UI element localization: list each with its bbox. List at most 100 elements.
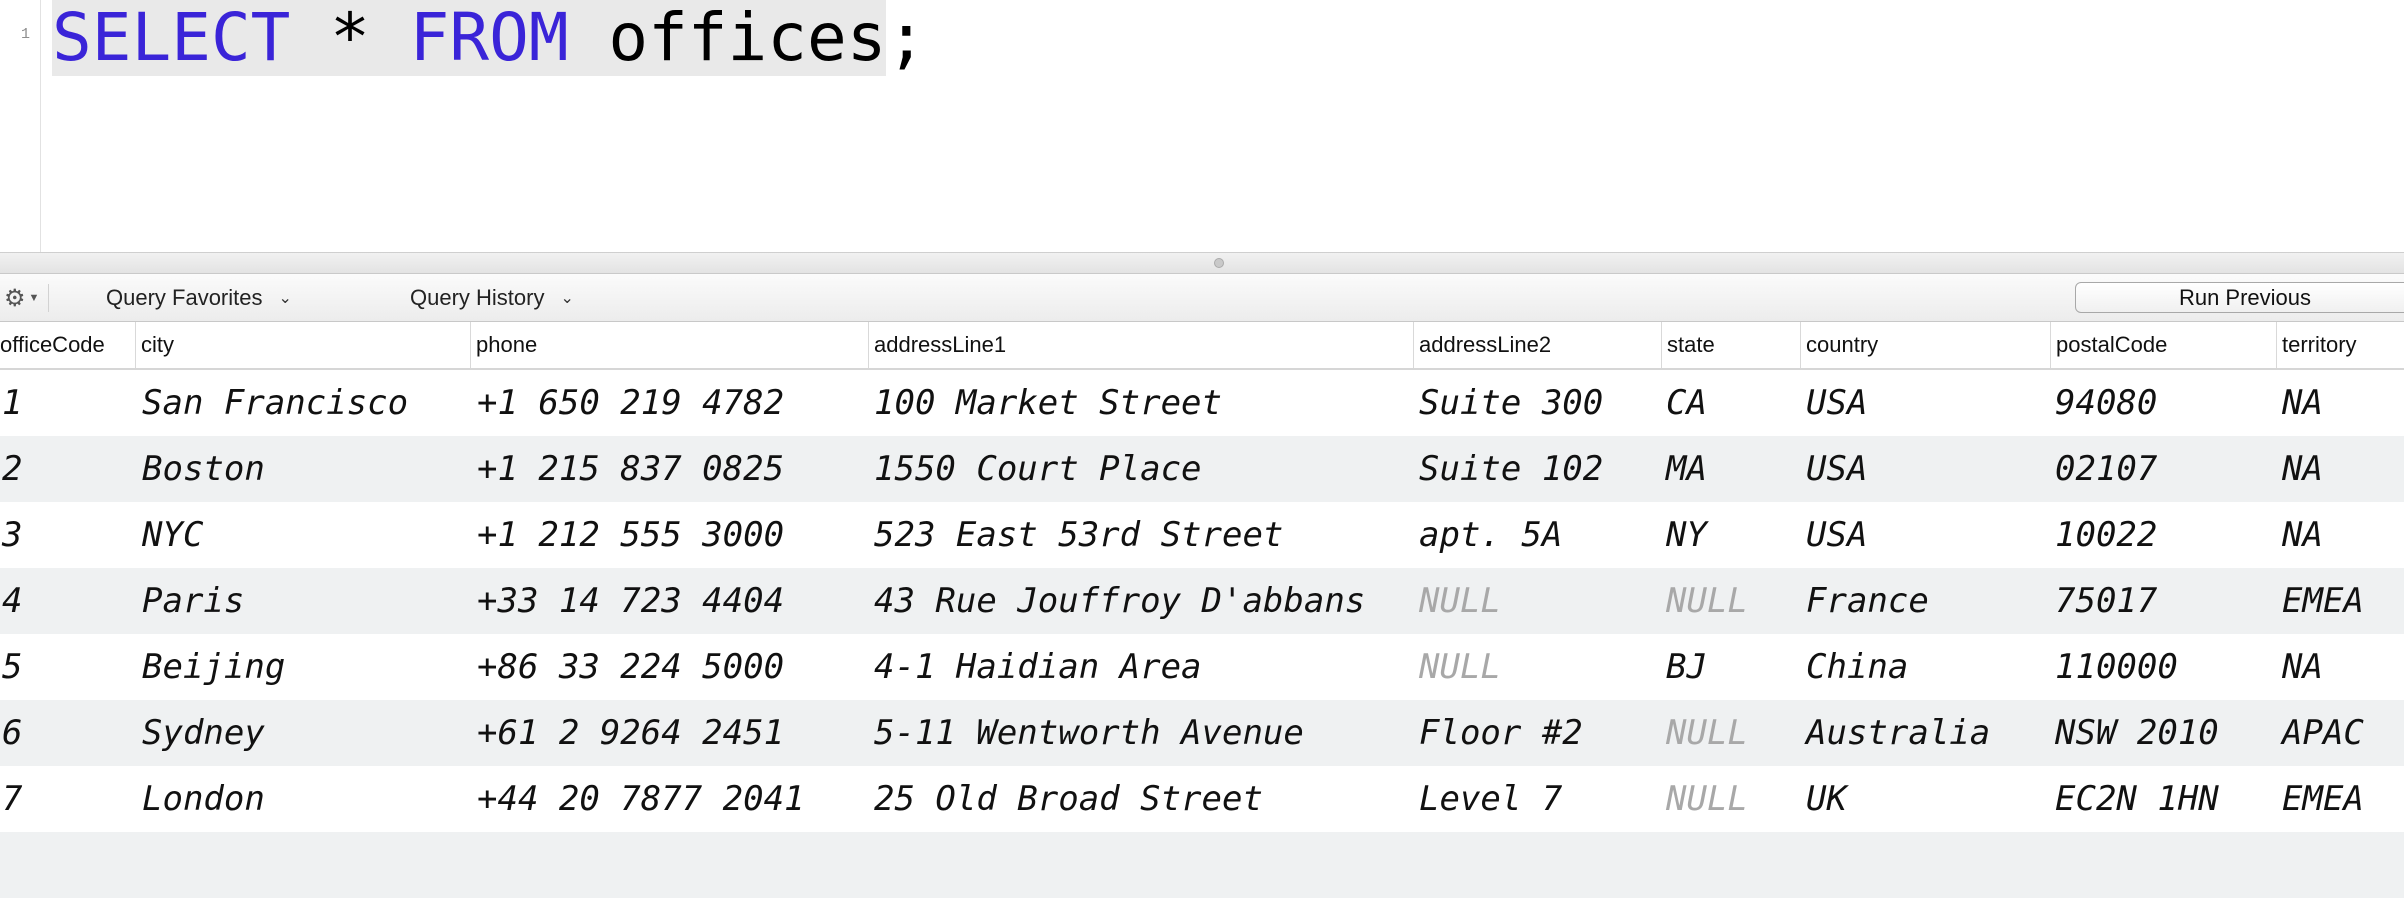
run-previous-button[interactable]: Run Previous: [2075, 282, 2404, 313]
cell-addressline2[interactable]: NULL: [1419, 634, 1501, 700]
cell-country[interactable]: France: [1806, 568, 1929, 634]
cell-addressline1[interactable]: 4-1 Haidian Area: [874, 634, 1202, 700]
cell-country[interactable]: China: [1806, 634, 1908, 700]
cell-territory[interactable]: NA: [2282, 634, 2323, 700]
cell-postalcode[interactable]: EC2N 1HN: [2055, 766, 2219, 832]
cell-city[interactable]: Beijing: [142, 634, 285, 700]
cell-state[interactable]: NULL: [1666, 568, 1748, 634]
query-history-menu[interactable]: Query History ⌄: [410, 284, 574, 312]
column-header-officecode[interactable]: officeCode: [0, 322, 135, 368]
gear-icon: ⚙: [4, 284, 26, 312]
keyword-from: FROM: [409, 0, 569, 76]
column-header-addressline2[interactable]: addressLine2: [1413, 322, 1661, 368]
table-row[interactable]: 7 London +44 20 7877 2041 25 Old Broad Stre…: [0, 766, 2404, 832]
cell-addressline1[interactable]: 1550 Court Place: [874, 436, 1202, 502]
cell-territory[interactable]: EMEA: [2282, 568, 2364, 634]
cell-city[interactable]: Boston: [142, 436, 265, 502]
chevron-down-icon: ⌄: [278, 290, 292, 307]
gear-menu-button[interactable]: ⚙ ▼: [4, 284, 49, 312]
results-table: officeCode city phone addressLine1 addre…: [0, 322, 2404, 898]
asterisk: *: [290, 0, 410, 76]
cell-state[interactable]: NY: [1666, 502, 1707, 568]
cell-phone[interactable]: +1 215 837 0825: [477, 436, 784, 502]
empty-row: [0, 832, 2404, 898]
cell-phone[interactable]: +86 33 224 5000: [477, 634, 784, 700]
cell-country[interactable]: USA: [1806, 436, 1867, 502]
cell-phone[interactable]: +33 14 723 4404: [477, 568, 784, 634]
cell-phone[interactable]: +1 212 555 3000: [477, 502, 784, 568]
cell-addressline2[interactable]: NULL: [1419, 568, 1501, 634]
column-header-postalcode[interactable]: postalCode: [2050, 322, 2276, 368]
column-header-country[interactable]: country: [1800, 322, 2050, 368]
column-header-territory[interactable]: territory: [2276, 322, 2404, 368]
cell-addressline1[interactable]: 5-11 Wentworth Avenue: [874, 700, 1304, 766]
cell-addressline2[interactable]: apt. 5A: [1419, 502, 1562, 568]
cell-postalcode[interactable]: 110000: [2055, 634, 2178, 700]
line-number: 1: [20, 26, 30, 43]
cell-addressline2[interactable]: Floor #2: [1419, 700, 1583, 766]
cell-state[interactable]: MA: [1666, 436, 1707, 502]
cell-addressline1[interactable]: 100 Market Street: [874, 370, 1222, 436]
cell-officecode[interactable]: 4: [2, 568, 22, 634]
column-header-city[interactable]: city: [135, 322, 470, 368]
table-row[interactable]: 6 Sydney +61 2 9264 2451 5-11 Wentworth Ave…: [0, 700, 2404, 766]
cell-city[interactable]: Paris: [142, 568, 244, 634]
cell-addressline1[interactable]: 43 Rue Jouffroy D'abbans: [874, 568, 1365, 634]
cell-country[interactable]: USA: [1806, 502, 1867, 568]
cell-officecode[interactable]: 6: [2, 700, 22, 766]
table-row[interactable]: 2 Boston +1 215 837 0825 1550 Court Place Su…: [0, 436, 2404, 502]
cell-phone[interactable]: +1 650 219 4782: [477, 370, 784, 436]
cell-postalcode[interactable]: NSW 2010: [2055, 700, 2219, 766]
cell-officecode[interactable]: 7: [2, 766, 22, 832]
table-row[interactable]: 3 NYC +1 212 555 3000 523 East 53rd Street a…: [0, 502, 2404, 568]
cell-addressline2[interactable]: Suite 300: [1419, 370, 1603, 436]
cell-addressline1[interactable]: 25 Old Broad Street: [874, 766, 1263, 832]
cell-state[interactable]: NULL: [1666, 700, 1748, 766]
cell-country[interactable]: Australia: [1806, 700, 1990, 766]
cell-territory[interactable]: APAC: [2282, 700, 2364, 766]
cell-postalcode[interactable]: 75017: [2055, 568, 2157, 634]
column-header-addressline1[interactable]: addressLine1: [868, 322, 1413, 368]
query-history-label: Query History: [410, 285, 545, 310]
table-row[interactable]: 4 Paris +33 14 723 4404 43 Rue Jouffroy D'a…: [0, 568, 2404, 634]
cell-territory[interactable]: NA: [2282, 436, 2323, 502]
cell-phone[interactable]: +61 2 9264 2451: [477, 700, 784, 766]
chevron-down-icon: ⌄: [560, 290, 574, 307]
cell-state[interactable]: NULL: [1666, 766, 1748, 832]
cell-officecode[interactable]: 1: [2, 370, 22, 436]
column-header-phone[interactable]: phone: [470, 322, 868, 368]
cell-territory[interactable]: NA: [2282, 502, 2323, 568]
cell-officecode[interactable]: 3: [2, 502, 22, 568]
splitter-handle-icon[interactable]: [1214, 258, 1224, 268]
keyword-select: SELECT: [52, 0, 291, 76]
cell-addressline1[interactable]: 523 East 53rd Street: [874, 502, 1283, 568]
column-header-state[interactable]: state: [1661, 322, 1800, 368]
pane-splitter[interactable]: [0, 252, 2404, 274]
cell-state[interactable]: BJ: [1666, 634, 1707, 700]
table-header: officeCode city phone addressLine1 addre…: [0, 322, 2404, 370]
cell-officecode[interactable]: 5: [2, 634, 22, 700]
table-row[interactable]: 5 Beijing +86 33 224 5000 4-1 Haidian Area N…: [0, 634, 2404, 700]
cell-officecode[interactable]: 2: [2, 436, 22, 502]
cell-postalcode[interactable]: 02107: [2055, 436, 2157, 502]
cell-country[interactable]: USA: [1806, 370, 1867, 436]
cell-phone[interactable]: +44 20 7877 2041: [477, 766, 805, 832]
caret-down-icon: ▼: [28, 292, 40, 304]
cell-territory[interactable]: EMEA: [2282, 766, 2364, 832]
line-gutter: 1: [0, 0, 41, 252]
cell-city[interactable]: NYC: [142, 502, 203, 568]
cell-addressline2[interactable]: Suite 102: [1419, 436, 1603, 502]
cell-city[interactable]: Sydney: [142, 700, 265, 766]
cell-city[interactable]: San Francisco: [142, 370, 408, 436]
table-row[interactable]: 1 San Francisco +1 650 219 4782 100 Market …: [0, 370, 2404, 436]
cell-addressline2[interactable]: Level 7: [1419, 766, 1562, 832]
cell-country[interactable]: UK: [1806, 766, 1847, 832]
cell-territory[interactable]: NA: [2282, 370, 2323, 436]
cell-postalcode[interactable]: 94080: [2055, 370, 2157, 436]
sql-editor[interactable]: 1 SELECT * FROM offices;: [0, 0, 2404, 252]
query-text[interactable]: SELECT * FROM offices;: [52, 0, 926, 76]
cell-postalcode[interactable]: 10022: [2055, 502, 2157, 568]
query-favorites-menu[interactable]: Query Favorites ⌄: [106, 284, 292, 312]
cell-state[interactable]: CA: [1666, 370, 1707, 436]
cell-city[interactable]: London: [142, 766, 265, 832]
